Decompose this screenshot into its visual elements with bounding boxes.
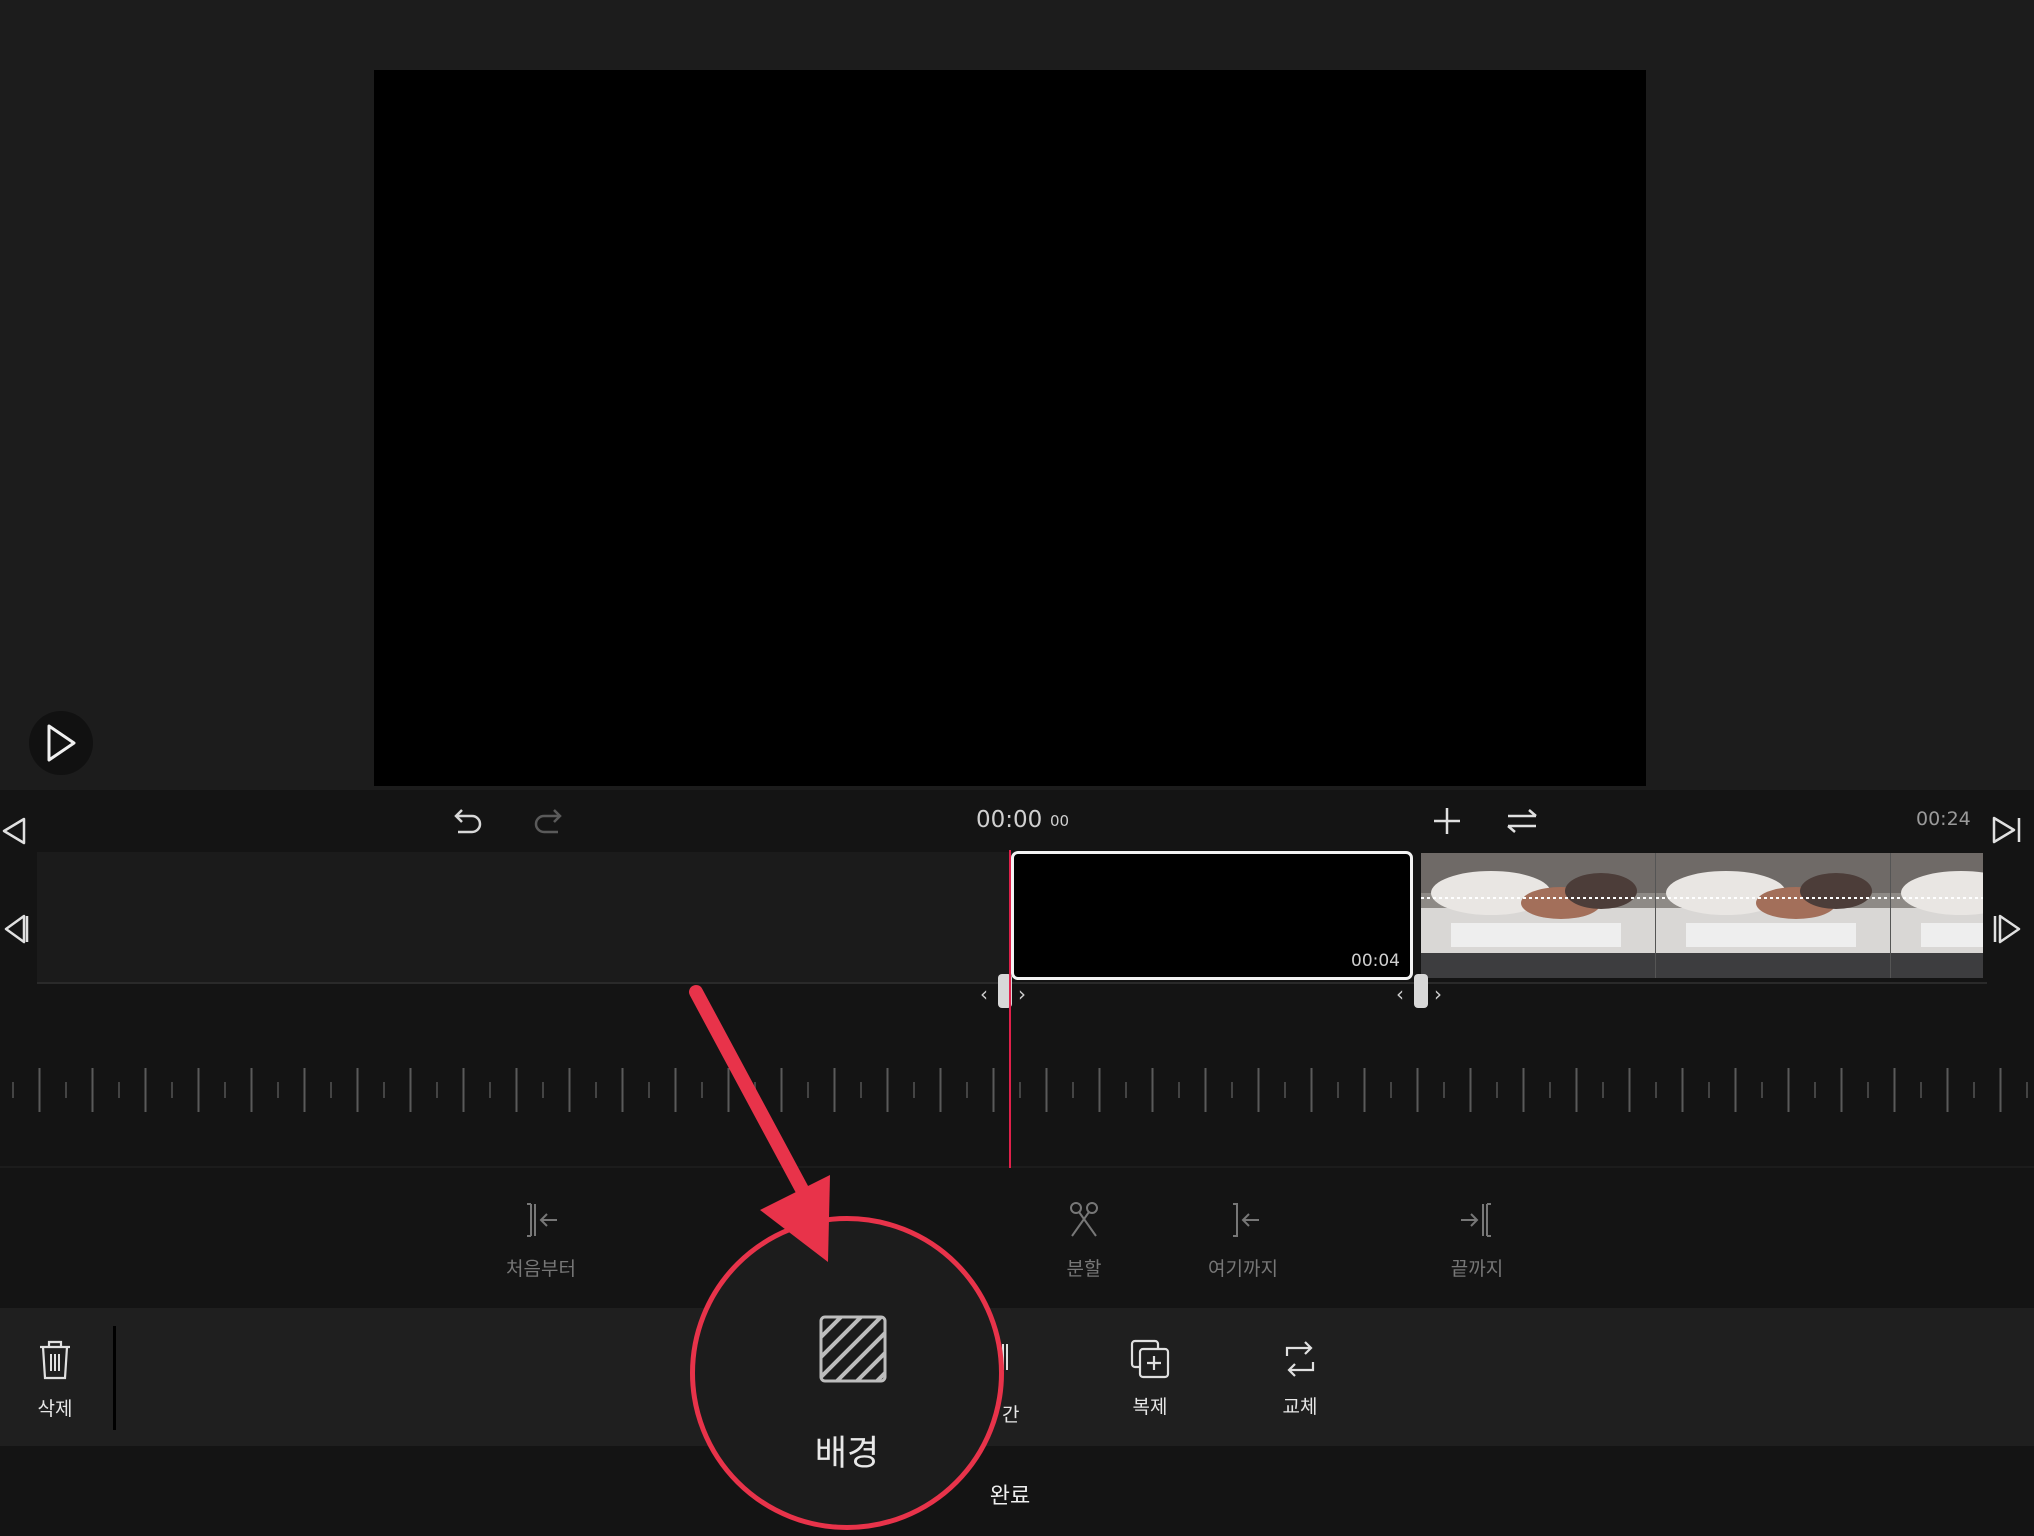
total-duration: 00:24 (1916, 808, 1971, 830)
delete-button[interactable]: 삭제 (0, 1338, 110, 1421)
trim-to-here-icon (1233, 1203, 1259, 1237)
trash-icon (40, 1340, 70, 1380)
trim-to-end-label: 끝까지 (1450, 1258, 1504, 1280)
trim-from-start-button[interactable]: 처음부터 (466, 1200, 616, 1281)
empty-track-region (37, 852, 1012, 982)
split-button[interactable]: 분할 (1009, 1200, 1159, 1281)
duplicate-button[interactable]: 복제 (1095, 1338, 1205, 1419)
photo-clip[interactable] (1421, 853, 1983, 978)
redo-icon[interactable] (532, 804, 568, 838)
replace-button[interactable]: 교체 (1245, 1338, 1355, 1419)
partial-tool-label: 간 (1002, 1404, 1020, 1426)
skip-start-icon[interactable] (0, 816, 28, 846)
duplicate-icon (1130, 1339, 1170, 1379)
handle-right-chevron-icon: › (1018, 982, 1026, 1006)
trim-to-here-button[interactable]: 여기까지 (1168, 1200, 1318, 1281)
clip-duration: 00:04 (1351, 951, 1400, 971)
annotation-arrow-icon (689, 985, 830, 1262)
trim-to-end-button[interactable]: 끝까지 (1402, 1200, 1552, 1281)
trim-from-start-label: 처음부터 (506, 1258, 576, 1280)
skip-end-icon[interactable] (1990, 814, 2024, 846)
time-ruler[interactable] (0, 1060, 2034, 1120)
replace-label: 교체 (1282, 1396, 1318, 1418)
clip-end-handle[interactable] (1414, 974, 1428, 1008)
add-icon[interactable] (1431, 805, 1463, 837)
trim-from-start-icon (527, 1203, 557, 1237)
next-clip-icon[interactable] (1992, 912, 2024, 946)
swap-icon[interactable] (1505, 806, 1539, 836)
done-button[interactable]: 완료 (960, 1478, 1060, 1510)
trim-to-here-label: 여기까지 (1208, 1258, 1278, 1280)
scissors-icon (1070, 1202, 1098, 1237)
play-icon (47, 724, 76, 762)
prev-clip-icon[interactable] (0, 912, 30, 946)
split-label: 분할 (1066, 1258, 1102, 1280)
delete-label: 삭제 (37, 1398, 73, 1420)
current-timecode: 00:00 (976, 807, 1043, 833)
photo-thumbnail (1656, 853, 1891, 978)
play-button[interactable] (29, 711, 93, 775)
toolbar-divider (113, 1326, 116, 1430)
duplicate-label: 복제 (1132, 1396, 1168, 1418)
undo-icon[interactable] (448, 804, 484, 838)
photo-thumbnail (1891, 853, 1983, 978)
handle-left-chevron-icon: ‹ (1396, 982, 1404, 1006)
handle-right-chevron-icon: › (1434, 982, 1442, 1006)
playhead[interactable] (1009, 850, 1011, 1168)
replace-icon (1285, 1341, 1315, 1377)
handle-left-chevron-icon: ‹ (980, 982, 988, 1006)
background-tool-label: 배경 (814, 1434, 880, 1474)
current-frames: 00 (1050, 812, 1070, 830)
trim-to-end-icon (1461, 1203, 1491, 1237)
background-pattern-icon (819, 1315, 887, 1383)
track-baseline (37, 982, 1987, 984)
photo-thumbnail (1421, 853, 1656, 978)
selected-background-clip[interactable]: 00:04 (1011, 851, 1413, 980)
video-preview-canvas[interactable] (374, 70, 1646, 786)
